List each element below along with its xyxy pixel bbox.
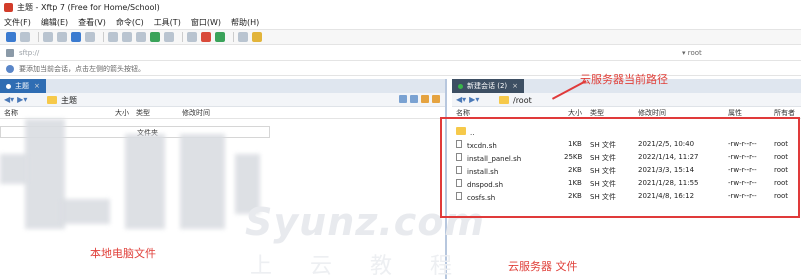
local-path-field[interactable]: 主题 — [45, 95, 77, 105]
menu-help[interactable]: 帮助(H) — [231, 17, 259, 28]
col-size[interactable]: 大小 — [115, 108, 129, 118]
dropdown-icon[interactable] — [399, 95, 407, 103]
remote-path-text: /root — [513, 95, 532, 105]
menu-edit[interactable]: 编辑(E) — [41, 17, 68, 28]
connected-icon — [458, 83, 463, 89]
annotation-server-path: 云服务器当前路径 — [580, 73, 668, 86]
blurred-content — [25, 119, 65, 229]
window-title: 主题 - Xftp 7 (Free for Home/School) — [17, 3, 160, 12]
menu-bar: 文件(F) 编辑(E) 查看(V) 命令(C) 工具(T) 窗口(W) 帮助(H… — [0, 15, 801, 29]
address-input[interactable]: sftp:// — [19, 49, 39, 57]
delete-icon[interactable] — [136, 32, 146, 42]
back-icon[interactable]: ◀▾ — [4, 95, 14, 104]
toolbar-divider — [182, 32, 183, 42]
reconnect-icon[interactable] — [43, 32, 53, 42]
col-type[interactable]: 类型 — [136, 108, 150, 118]
title-bar: 主题 - Xftp 7 (Free for Home/School) — [0, 0, 801, 15]
paste-icon[interactable] — [122, 32, 132, 42]
toolbar-divider — [38, 32, 39, 42]
local-tabstrip: 主题 × — [0, 79, 445, 93]
tab-local[interactable]: 主题 × — [0, 79, 46, 93]
watermark-sub: 上云教程 — [250, 254, 491, 279]
forward-icon[interactable]: ▶▾ — [17, 95, 27, 104]
menu-window[interactable]: 窗口(W) — [191, 17, 221, 28]
address-user[interactable]: ▾ root — [682, 49, 702, 57]
tab-remote-label: 新建会话 (2) — [467, 82, 508, 90]
close-icon[interactable]: × — [512, 82, 518, 90]
tab-local-label: 主题 — [15, 82, 29, 90]
blurred-content — [125, 134, 165, 229]
menu-command[interactable]: 命令(C) — [116, 17, 144, 28]
copy-icon[interactable] — [108, 32, 118, 42]
xftp-icon[interactable] — [215, 32, 225, 42]
forward-icon[interactable]: ▶▾ — [469, 95, 479, 104]
local-path-text: 主题 — [61, 95, 77, 105]
blurred-content — [0, 154, 28, 184]
new-session-icon[interactable] — [6, 32, 16, 42]
col-name[interactable]: 名称 — [4, 108, 18, 118]
globe-icon[interactable] — [187, 32, 197, 42]
close-icon[interactable]: × — [34, 82, 40, 90]
address-bar: sftp:// ▾ root — [0, 46, 801, 61]
back-icon[interactable]: ◀▾ — [456, 95, 466, 104]
open-icon[interactable] — [20, 32, 30, 42]
info-text: 要添加当前会话，点击左侧的箭头按钮。 — [19, 64, 145, 73]
tab-dot-icon — [6, 83, 11, 89]
sync-icon[interactable] — [150, 32, 160, 42]
blurred-content — [180, 134, 225, 229]
toolbar-divider — [233, 32, 234, 42]
annotation-server-files: 云服务器 文件 — [508, 260, 578, 273]
local-column-header: 名称 大小 类型 修改时间 — [0, 107, 445, 119]
local-navbar: ◀▾ ▶▾ 主题 — [0, 93, 445, 107]
toolbar-divider — [103, 32, 104, 42]
disconnect-icon[interactable] — [57, 32, 67, 42]
local-nav-tools — [396, 95, 440, 103]
refresh-icon[interactable] — [410, 95, 418, 103]
session-icon — [6, 49, 14, 57]
blurred-content — [60, 199, 110, 224]
col-mtime[interactable]: 修改时间 — [182, 108, 210, 118]
new-folder-icon[interactable] — [71, 32, 81, 42]
folder-icon — [47, 96, 57, 104]
address-user-label: root — [687, 49, 702, 57]
menu-file[interactable]: 文件(F) — [4, 17, 31, 28]
highlight-box — [440, 117, 800, 218]
remote-navbar: ◀▾ ▶▾ /root — [452, 93, 801, 107]
info-bar: 要添加当前会话，点击左侧的箭头按钮。 — [0, 62, 801, 76]
tab-remote[interactable]: 新建会话 (2) × — [452, 79, 525, 93]
folder-icon — [499, 96, 509, 104]
help-icon[interactable] — [252, 32, 262, 42]
info-icon — [6, 64, 14, 73]
toolbar — [0, 29, 801, 45]
xftp-app-icon — [4, 3, 13, 12]
transfer-icon[interactable] — [164, 32, 174, 42]
remote-path-field[interactable]: /root — [497, 95, 532, 105]
menu-tools[interactable]: 工具(T) — [154, 17, 181, 28]
settings-icon[interactable] — [238, 32, 248, 42]
annotation-local-files: 本地电脑文件 — [90, 247, 156, 260]
xshell-icon[interactable] — [201, 32, 211, 42]
menu-view[interactable]: 查看(V) — [78, 17, 106, 28]
up-folder-icon[interactable] — [432, 95, 440, 103]
properties-icon[interactable] — [85, 32, 95, 42]
home-icon[interactable] — [421, 95, 429, 103]
